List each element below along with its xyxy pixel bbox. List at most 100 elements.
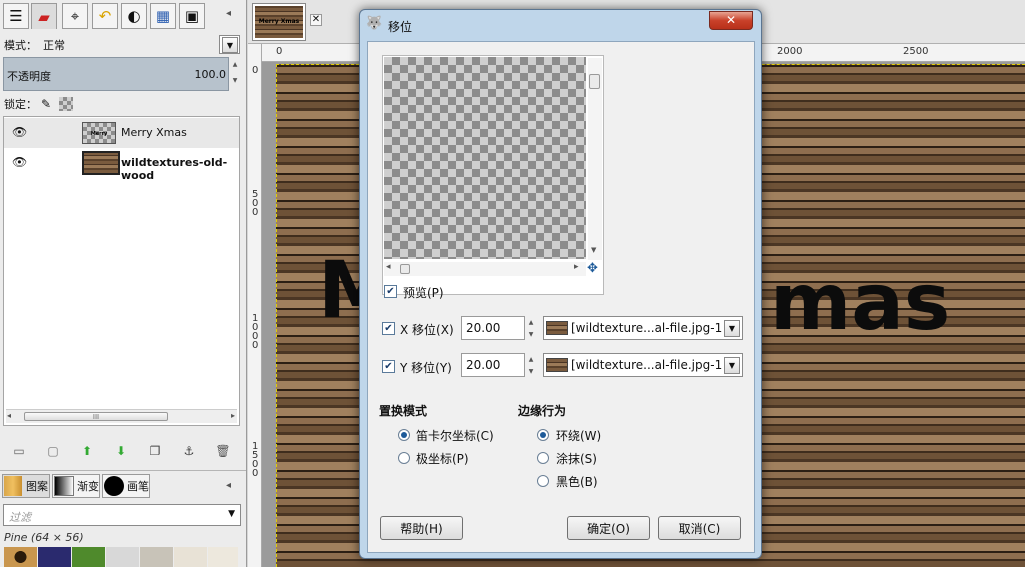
- chevron-down-icon[interactable]: ▼: [228, 509, 235, 519]
- x-displace-map-value: [wildtexture...al-file.jpg-18: [571, 321, 723, 335]
- tab-brushes[interactable]: 画笔: [102, 474, 150, 498]
- ruler-label: 2000: [777, 46, 803, 57]
- lock-paint-icon[interactable]: ✎: [41, 97, 51, 111]
- canvas-text-right: mas: [770, 258, 951, 348]
- eye-icon[interactable]: 👁: [12, 125, 27, 139]
- layer-name[interactable]: wildtextures-old-wood: [121, 156, 239, 182]
- black-label: 黑色(B): [556, 475, 598, 489]
- opacity-label: 不透明度: [7, 70, 51, 83]
- chevron-down-icon[interactable]: ▼: [724, 357, 740, 374]
- tab-patterns[interactable]: 图案: [2, 474, 50, 498]
- layer-name[interactable]: Merry Xmas: [121, 126, 187, 139]
- scroll-left-icon[interactable]: ◂: [7, 411, 11, 420]
- pattern-swatch[interactable]: [174, 547, 207, 567]
- scroll-down-icon[interactable]: ▼: [591, 246, 596, 254]
- channels-icon: ◐: [127, 7, 141, 25]
- new-folder-icon[interactable]: ▢: [45, 444, 61, 458]
- help-button[interactable]: 帮助(H): [380, 516, 463, 540]
- tab-label: 画笔: [127, 480, 149, 493]
- divider: [0, 470, 246, 471]
- pattern-swatch[interactable]: [38, 547, 71, 567]
- y-displace-spinner[interactable]: ▲ ▼: [526, 353, 536, 377]
- duplicate-layer-icon[interactable]: ❐: [147, 444, 163, 458]
- y-displace-input[interactable]: 20.00: [461, 353, 525, 377]
- polar-label: 极坐标(P): [416, 452, 469, 466]
- layers-tab[interactable]: ▰: [31, 3, 57, 29]
- layer-row[interactable]: 👁 Merry Xmas Merry Xmas: [4, 118, 239, 159]
- opacity-spinner[interactable]: ▲ ▼: [230, 57, 240, 91]
- tool-options-icon: ☰: [9, 7, 23, 25]
- raise-layer-icon[interactable]: ⬆: [79, 444, 95, 458]
- opacity-slider[interactable]: 不透明度 100.0: [3, 57, 229, 91]
- lock-alpha-icon[interactable]: [59, 97, 74, 111]
- images-tab[interactable]: ▣: [179, 3, 205, 29]
- map-thumbnail: [546, 321, 568, 335]
- navigate-icon[interactable]: ✥: [587, 261, 598, 276]
- scroll-right-icon[interactable]: ▸: [574, 262, 579, 272]
- anchor-icon[interactable]: ⚓: [181, 444, 197, 458]
- close-icon[interactable]: ✕: [310, 14, 322, 26]
- dock-menu-icon[interactable]: ◂: [226, 480, 231, 491]
- map-thumbnail: [546, 358, 568, 372]
- horizontal-scrollbar[interactable]: ◂ III ▸: [6, 409, 237, 423]
- image-tab[interactable]: Merry Xmas: [252, 3, 306, 41]
- new-layer-group-icon[interactable]: ▭: [11, 444, 27, 458]
- black-radio[interactable]: [537, 475, 549, 487]
- x-displace-label: X 移位(X): [400, 323, 454, 337]
- x-displace-checkbox[interactable]: ✔: [382, 322, 395, 335]
- mode-dropdown[interactable]: ▼: [219, 35, 240, 54]
- close-button[interactable]: ✕: [709, 11, 753, 30]
- eye-icon[interactable]: 👁: [12, 155, 27, 169]
- x-displace-spinner[interactable]: ▲ ▼: [526, 316, 536, 340]
- ruler-label: 5 0 0: [252, 189, 259, 218]
- pattern-swatch[interactable]: [208, 547, 238, 567]
- pattern-swatch[interactable]: [4, 547, 37, 567]
- ok-button[interactable]: 确定(O): [567, 516, 650, 540]
- close-icon: ✕: [725, 13, 737, 27]
- scroll-thumb[interactable]: [589, 74, 600, 89]
- scroll-thumb[interactable]: [400, 264, 410, 274]
- opacity-value: 100.0: [194, 68, 227, 81]
- ruler-label: 1 5 0 0: [252, 441, 259, 479]
- paths-icon: ⌖: [70, 7, 80, 25]
- preview-checkbox[interactable]: ✔: [384, 285, 397, 298]
- dock-menu-icon[interactable]: ◂: [226, 8, 231, 19]
- ruler-label: 2500: [903, 46, 929, 57]
- pattern-swatch[interactable]: [140, 547, 173, 567]
- layer-list: 👁 Merry Xmas Merry Xmas 👁 wildtextures-o…: [3, 116, 240, 426]
- delete-layer-icon[interactable]: 🗑: [215, 444, 231, 458]
- tab-gradients[interactable]: 渐变: [52, 474, 100, 498]
- chevron-down-icon[interactable]: ▼: [724, 320, 740, 337]
- pattern-swatch[interactable]: [106, 547, 139, 567]
- scroll-right-icon[interactable]: ▸: [231, 411, 235, 420]
- polar-radio[interactable]: [398, 452, 410, 464]
- y-displace-checkbox[interactable]: ✔: [382, 360, 395, 373]
- preview-hscrollbar[interactable]: ◂ ▸: [384, 262, 586, 276]
- lower-layer-icon[interactable]: ⬇: [113, 444, 129, 458]
- filter-input[interactable]: 过滤 ▼: [3, 504, 241, 526]
- histogram-tab[interactable]: ▦: [150, 3, 176, 29]
- wrap-label: 环绕(W): [556, 429, 602, 443]
- y-displace-map-select[interactable]: [wildtexture...al-file.jpg-18 ▼: [543, 353, 743, 377]
- smear-radio[interactable]: [537, 452, 549, 464]
- x-displace-input[interactable]: 20.00: [461, 316, 525, 340]
- scroll-left-icon[interactable]: ◂: [386, 262, 391, 272]
- channels-tab[interactable]: ◐: [121, 3, 147, 29]
- tool-options-tab[interactable]: ☰: [3, 3, 29, 29]
- preview-vscrollbar[interactable]: ▼: [588, 58, 602, 260]
- cancel-button[interactable]: 取消(C): [658, 516, 741, 540]
- scroll-thumb[interactable]: III: [24, 412, 168, 421]
- preview-frame: ▼ ◂ ▸ ✥: [382, 55, 604, 295]
- cartesian-radio[interactable]: [398, 429, 410, 441]
- smear-label: 涂抹(S): [556, 452, 597, 466]
- x-displace-map-select[interactable]: [wildtexture...al-file.jpg-18 ▼: [543, 316, 743, 340]
- preview-image[interactable]: [384, 57, 586, 259]
- paths-tab[interactable]: ⌖: [62, 3, 88, 29]
- wrap-radio[interactable]: [537, 429, 549, 441]
- pattern-grid[interactable]: [4, 547, 240, 567]
- undo-history-tab[interactable]: ↶: [92, 3, 118, 29]
- layer-row[interactable]: 👁 wildtextures-old-wood: [4, 148, 239, 182]
- pattern-swatch[interactable]: [72, 547, 105, 567]
- image-thumbnail: Merry Xmas: [255, 6, 303, 38]
- undo-icon: ↶: [98, 7, 112, 25]
